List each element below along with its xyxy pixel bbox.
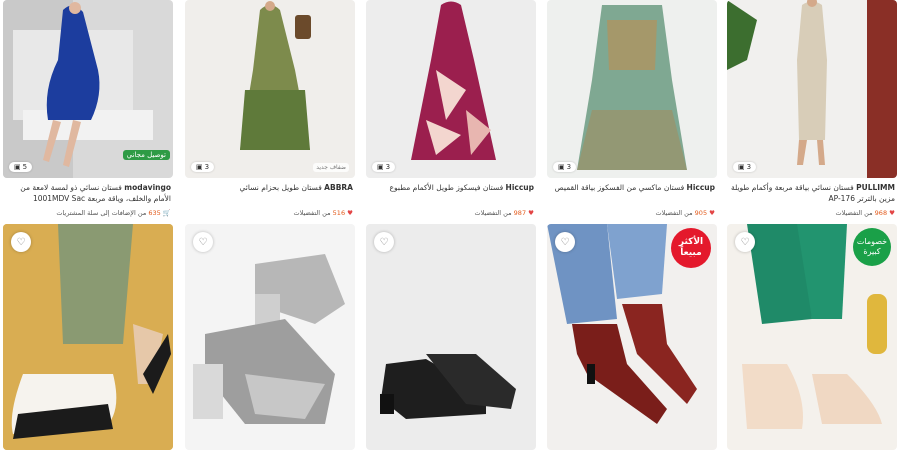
meta-count: 987: [513, 209, 527, 217]
product-name: فستان طويل بحزام نسائي: [239, 183, 322, 192]
meta-text: من التفضيلات: [474, 209, 512, 217]
wishlist-button[interactable]: ♡: [374, 232, 394, 252]
meta-text: من التفضيلات: [835, 209, 873, 217]
image-count: 3: [746, 163, 752, 171]
product-brand: Hiccup: [505, 183, 534, 192]
bestseller-badge: الأكثر مبيعاً: [671, 228, 711, 268]
product-brand: PULLIMM: [856, 183, 895, 192]
image-count-badge: ▣ 3: [553, 162, 577, 172]
product-image[interactable]: ♡: [366, 224, 536, 450]
image-count: 3: [566, 163, 572, 171]
product-title[interactable]: PULLIMM فستان نسائي بياقة مربعة وأكمام ط…: [729, 182, 895, 206]
image-count-badge: ▣ 3: [372, 162, 396, 172]
product-brand: modavingo: [124, 183, 171, 192]
heart-icon: ♥: [528, 209, 534, 217]
product-image[interactable]: ▣ 3: [547, 0, 717, 178]
product-meta: ♥ 987 من التفضيلات: [368, 209, 534, 217]
wishlist-button[interactable]: ♡: [555, 232, 575, 252]
heart-icon: ♥: [709, 209, 715, 217]
product-image[interactable]: ▣ 5 توصيل مجاني: [3, 0, 173, 178]
meta-text: من التفضيلات: [293, 209, 331, 217]
heart-outline-icon: ♡: [560, 236, 570, 248]
product-name: فستان فيسكوز طويل الأكمام مطبوع: [389, 183, 504, 192]
product-name: فستان ماكسي من الفسكوز بياقة القميص: [554, 183, 685, 192]
product-image[interactable]: ♡: [185, 224, 355, 450]
meta-count: 516: [332, 209, 346, 217]
product-meta: ♥ 516 من التفضيلات: [187, 209, 353, 217]
image-icon: ▣: [738, 163, 745, 171]
free-shipping-badge: توصيل مجاني: [122, 150, 170, 160]
image-count: 3: [385, 163, 391, 171]
heart-icon: ♥: [889, 209, 895, 217]
image-count: 3: [204, 163, 210, 171]
product-meta: 🛒 635 من الإضافات إلى سلة المشتريات: [5, 209, 171, 217]
heart-outline-icon: ♡: [379, 236, 389, 248]
product-title[interactable]: ABBRA فستان طويل بحزام نسائي: [187, 182, 353, 206]
product-image[interactable]: ♡ خصومات كبيرة: [727, 224, 897, 450]
meta-count: 968: [874, 209, 888, 217]
heart-icon: ♥: [347, 209, 353, 217]
product-title[interactable]: Hiccup فستان فيسكوز طويل الأكمام مطبوع: [368, 182, 534, 206]
product-title[interactable]: modavingo فستان نسائي ذو لمسة لامعة من ا…: [5, 182, 171, 206]
image-count-badge: ▣ 5: [9, 162, 33, 172]
cart-icon: 🛒: [162, 209, 171, 217]
wishlist-button[interactable]: ♡: [11, 232, 31, 252]
meta-count: 905: [694, 209, 708, 217]
product-meta: ♥ 905 من التفضيلات: [549, 209, 715, 217]
image-count-badge: ▣ 3: [191, 162, 215, 172]
heart-outline-icon: ♡: [16, 236, 26, 248]
image-icon: ▣: [14, 163, 21, 171]
product-meta: ♥ 968 من التفضيلات: [729, 209, 895, 217]
wishlist-button[interactable]: ♡: [193, 232, 213, 252]
heart-outline-icon: ♡: [198, 236, 208, 248]
product-image[interactable]: ♡: [3, 224, 173, 450]
product-image[interactable]: ▣ 3: [366, 0, 536, 178]
product-title[interactable]: Hiccup فستان ماكسي من الفسكوز بياقة القم…: [549, 182, 715, 206]
image-icon: ▣: [196, 163, 203, 171]
meta-text: من التفضيلات: [655, 209, 693, 217]
discount-badge: خصومات كبيرة: [853, 228, 891, 266]
image-count-badge: ▣ 3: [733, 162, 757, 172]
new-tag: ضفاف جديد: [313, 163, 349, 172]
meta-count: 635: [148, 209, 161, 217]
product-grid: ▣ 5 توصيل مجاني modavingo فستان نسائي ذو …: [0, 0, 900, 450]
meta-text: من الإضافات إلى سلة المشتريات: [56, 209, 147, 217]
product-brand: Hiccup: [686, 183, 715, 192]
wishlist-button[interactable]: ♡: [735, 232, 755, 252]
product-image[interactable]: ▣ 3 ضفاف جديد: [185, 0, 355, 178]
product-image[interactable]: ▣ 3: [727, 0, 897, 178]
image-icon: ▣: [558, 163, 565, 171]
image-count: 5: [22, 163, 28, 171]
product-brand: ABBRA: [324, 183, 353, 192]
product-image[interactable]: ♡ الأكثر مبيعاً: [547, 224, 717, 450]
image-icon: ▣: [377, 163, 384, 171]
heart-outline-icon: ♡: [740, 236, 750, 248]
